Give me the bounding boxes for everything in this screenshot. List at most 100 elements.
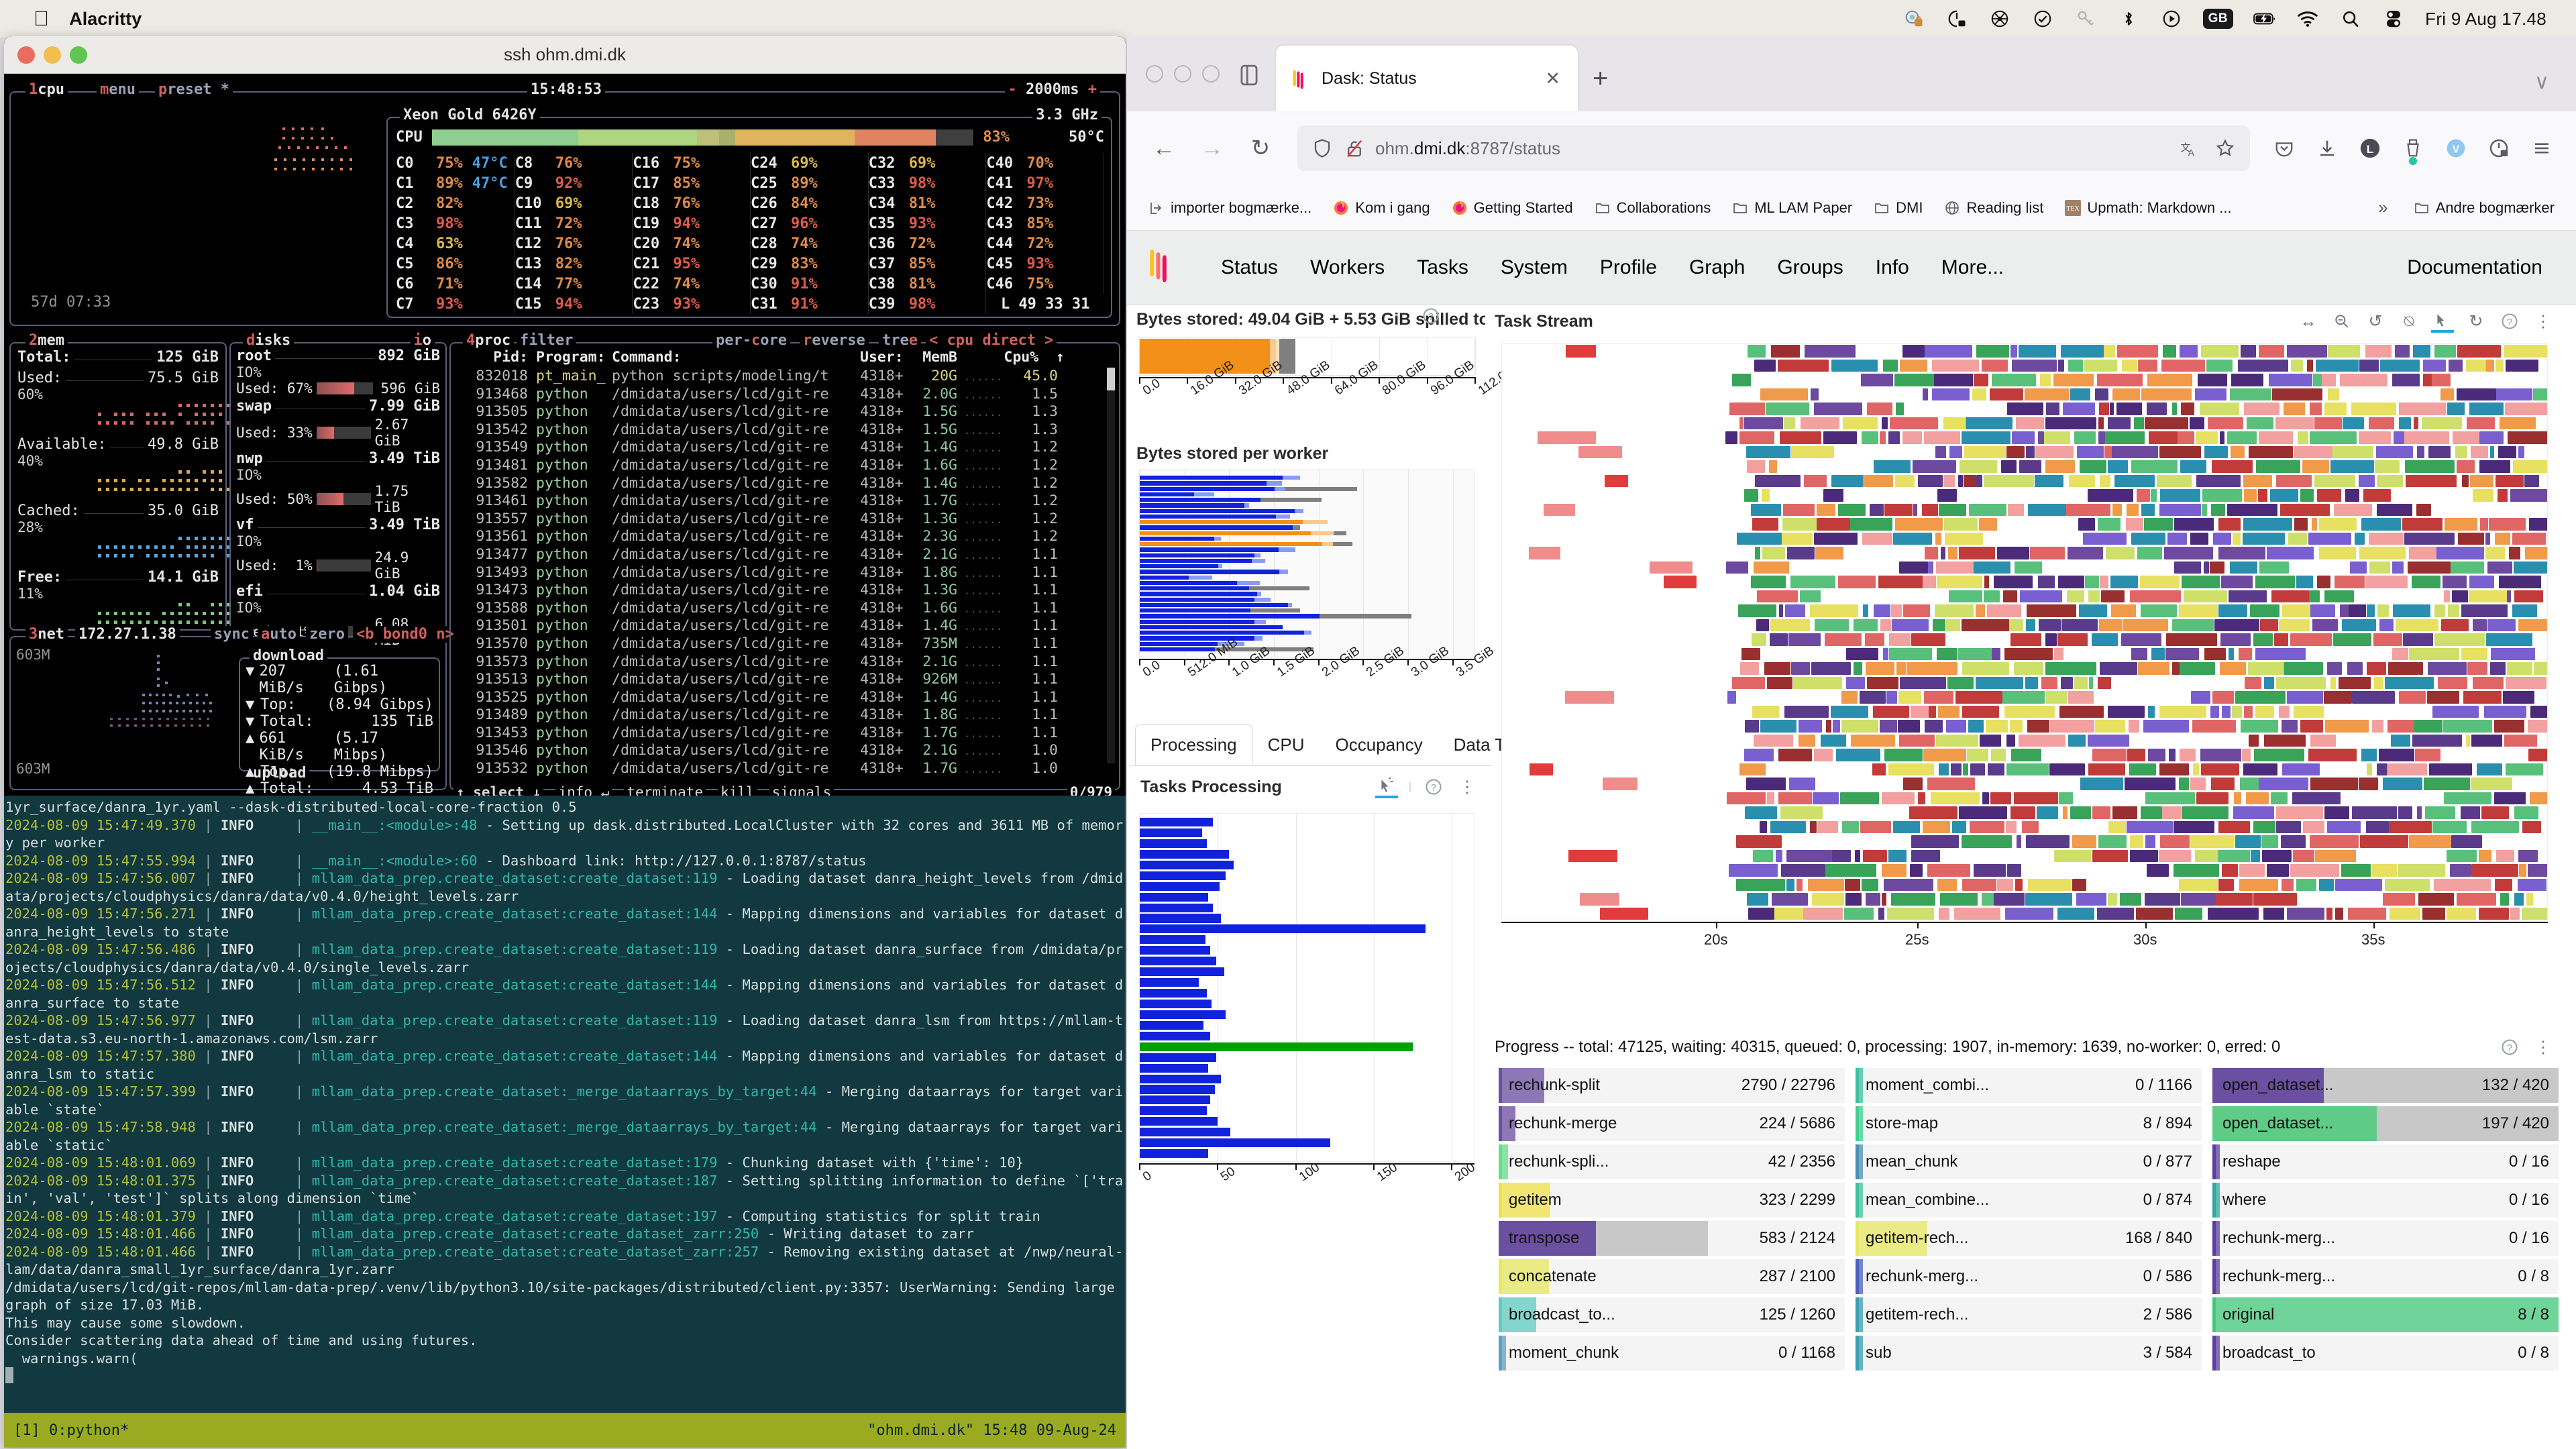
- tab-cpu[interactable]: CPU: [1252, 724, 1320, 765]
- task-stream-rect[interactable]: [2030, 547, 2065, 559]
- task-stream-rect[interactable]: [1943, 475, 1955, 488]
- task-stream-rect[interactable]: [1880, 431, 1886, 444]
- task-stream-rect[interactable]: [2028, 879, 2072, 892]
- task-stream-rect[interactable]: [1823, 489, 1843, 502]
- bookmark-item[interactable]: Kom i gang: [1325, 195, 1438, 221]
- task-stream-rect[interactable]: [1979, 518, 1997, 531]
- task-stream-rect[interactable]: [2404, 431, 2449, 444]
- task-stream-rect[interactable]: [2455, 446, 2468, 459]
- task-stream-rect[interactable]: [1966, 417, 2012, 430]
- task-stream-rect[interactable]: [2369, 533, 2404, 545]
- task-stream-rect[interactable]: [2239, 864, 2265, 877]
- task-stream-rect[interactable]: [2471, 777, 2512, 790]
- task-stream-rect[interactable]: [1754, 360, 1775, 372]
- task-stream-rect[interactable]: [2122, 360, 2137, 372]
- task-stream-rect[interactable]: [1923, 749, 1966, 761]
- worker-bar-managed[interactable]: [1140, 509, 1295, 513]
- task-stream-rect[interactable]: [2310, 604, 2335, 617]
- task-stream-rect[interactable]: [2208, 417, 2243, 430]
- task-stream-rect[interactable]: [2026, 446, 2034, 459]
- task-stream-rect[interactable]: [1786, 879, 1794, 892]
- task-stream-rect[interactable]: [2151, 648, 2165, 661]
- task-stream-rect[interactable]: [2500, 893, 2509, 906]
- dask-nav-workers[interactable]: Workers: [1294, 248, 1401, 287]
- task-stream-rect[interactable]: [1899, 561, 1928, 574]
- task-stream-rect[interactable]: [1776, 850, 1782, 863]
- task-stream-rect[interactable]: [2181, 893, 2216, 906]
- task-stream-rect[interactable]: [2528, 864, 2548, 877]
- task-stream-rect[interactable]: [1737, 533, 1781, 545]
- task-stream-rect[interactable]: [2004, 706, 2055, 718]
- task-stream-rect[interactable]: [2349, 604, 2365, 617]
- task-stream-rect[interactable]: [2348, 908, 2386, 920]
- task-stream-rect[interactable]: [2190, 533, 2208, 545]
- close-button[interactable]: [1146, 65, 1163, 83]
- worker-bar-unmanaged[interactable]: [1276, 515, 1290, 519]
- task-stream-rect[interactable]: [2054, 850, 2090, 863]
- task-stream-rect[interactable]: [1746, 446, 1790, 459]
- progress-row[interactable]: rechunk-merg... 0 / 586: [1856, 1259, 2202, 1294]
- task-stream-rect[interactable]: [2249, 446, 2293, 459]
- task-stream-rect[interactable]: [1825, 633, 1862, 646]
- save-icon[interactable]: ⍉: [2398, 310, 2420, 333]
- task-stream-rect[interactable]: [2088, 763, 2125, 776]
- task-stream-rect[interactable]: [2149, 431, 2177, 444]
- task-stream-rect[interactable]: [2367, 662, 2386, 675]
- task-stream-rect[interactable]: [2343, 417, 2364, 430]
- task-stream-rect[interactable]: [2359, 475, 2375, 488]
- focus-lock-icon[interactable]: [1945, 7, 1968, 30]
- task-stream-rect[interactable]: [2466, 735, 2470, 747]
- task-stream-rect[interactable]: [2162, 806, 2181, 819]
- dask-nav-info[interactable]: Info: [1860, 248, 1925, 287]
- net-zero-button[interactable]: zero: [309, 626, 345, 643]
- dask-nav-profile[interactable]: Profile: [1584, 248, 1673, 287]
- task-stream-rect[interactable]: [2184, 590, 2227, 603]
- worker-bar-managed[interactable]: [1140, 608, 1250, 612]
- task-stream-rect[interactable]: [2202, 504, 2207, 517]
- tasks-processing-bar[interactable]: [1140, 1042, 1413, 1051]
- task-stream-rect[interactable]: [1911, 706, 1929, 718]
- task-stream-rect[interactable]: [2204, 561, 2209, 574]
- task-stream-rect[interactable]: [2308, 749, 2357, 761]
- task-stream-rect[interactable]: [2342, 619, 2377, 632]
- task-stream-rect[interactable]: [1994, 576, 2033, 588]
- task-stream-rect[interactable]: [2479, 908, 2509, 920]
- task-stream-rect[interactable]: [2167, 533, 2187, 545]
- sidebar-icon[interactable]: [1232, 58, 1267, 93]
- task-stream-rect[interactable]: [2287, 908, 2325, 920]
- proc-sort-selector[interactable]: < cpu direct >: [929, 332, 1053, 349]
- task-stream-rect[interactable]: [2262, 850, 2292, 863]
- worker-bar-managed[interactable]: [1140, 476, 1283, 480]
- task-stream-rect[interactable]: [2518, 446, 2524, 459]
- worker-bar-managed[interactable]: [1140, 642, 1218, 646]
- task-stream-rect[interactable]: [1910, 864, 1923, 877]
- task-stream-rect[interactable]: [2140, 576, 2179, 588]
- task-stream-rect[interactable]: [2127, 504, 2139, 517]
- task-stream-rect[interactable]: [2218, 604, 2247, 617]
- task-stream-rect[interactable]: [2282, 763, 2320, 776]
- proc-row[interactable]: 832018 pt_main_ python scripts/modeling/t 4…: [458, 368, 1112, 386]
- task-stream-rect[interactable]: [1923, 821, 1951, 834]
- task-stream-rect[interactable]: [1854, 662, 1862, 675]
- worker-bar-managed[interactable]: [1140, 614, 1320, 618]
- task-stream-rect[interactable]: [2172, 662, 2180, 675]
- new-tab-button[interactable]: +: [1593, 64, 1608, 94]
- task-stream-rect[interactable]: [1872, 763, 1886, 776]
- task-stream-transfer-rect[interactable]: [1538, 431, 1596, 444]
- task-stream-rect[interactable]: [1725, 431, 1737, 444]
- hamburger-menu-icon[interactable]: [2524, 130, 2560, 166]
- task-stream-transfer-rect[interactable]: [1544, 504, 1574, 517]
- task-stream-rect[interactable]: [1764, 662, 1791, 675]
- task-stream-rect[interactable]: [2111, 604, 2137, 617]
- task-stream-rect[interactable]: [2148, 706, 2155, 718]
- task-stream-rect[interactable]: [2291, 360, 2302, 372]
- task-stream-rect[interactable]: [2375, 460, 2400, 473]
- dask-nav-tasks[interactable]: Tasks: [1401, 248, 1485, 287]
- task-stream-rect[interactable]: [1752, 706, 1779, 718]
- task-stream-rect[interactable]: [2058, 576, 2084, 588]
- task-stream-rect[interactable]: [1838, 504, 1866, 517]
- worker-bar-managed[interactable]: [1140, 498, 1260, 502]
- task-stream-rect[interactable]: [2294, 706, 2324, 718]
- task-stream-rect[interactable]: [2334, 576, 2364, 588]
- task-stream-rect[interactable]: [1770, 821, 1806, 834]
